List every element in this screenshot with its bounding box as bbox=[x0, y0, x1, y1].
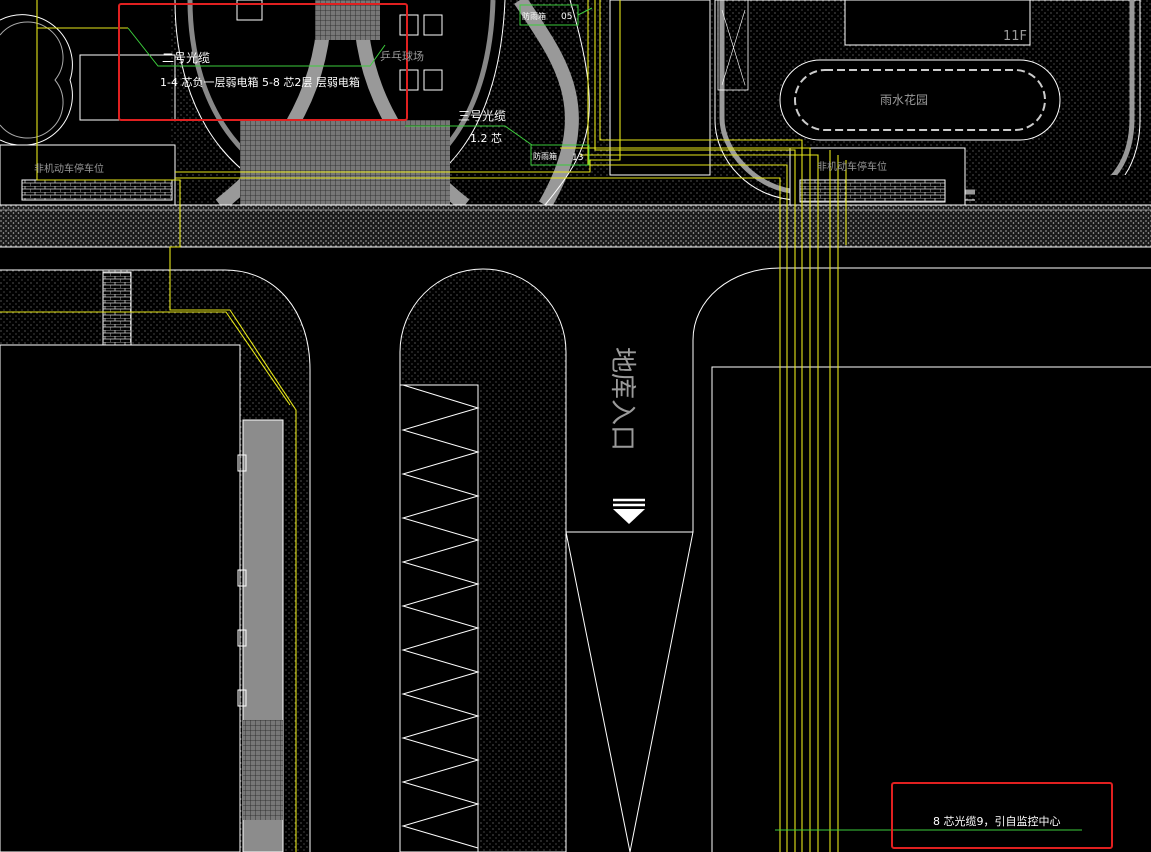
lower-left-block bbox=[0, 269, 311, 852]
garden-label: 雨水花园 bbox=[880, 92, 928, 107]
garage-entrance-label: 地库入口 bbox=[607, 347, 637, 451]
box-05-name: 防雨箱 bbox=[522, 11, 546, 21]
cable-2-title: 二号光缆 bbox=[162, 51, 210, 65]
garage-entrance bbox=[565, 267, 1151, 852]
basketball-court-label: 乒乓球场 bbox=[380, 49, 424, 63]
ramp-island bbox=[399, 268, 567, 852]
gravel-strip bbox=[0, 204, 1151, 248]
floor-label: 11F bbox=[1003, 29, 1027, 44]
cable-2-detail: 1-4 芯负一层弱电箱 5-8 芯2层 层弱电箱 bbox=[160, 75, 360, 89]
monitor-cable-note: 8 芯光缆9，引自监控中心 bbox=[933, 814, 1061, 828]
box-05-number: 05 bbox=[561, 12, 572, 22]
cad-drawing-canvas: 二号光缆 1-4 芯负一层弱电箱 5-8 芯2层 层弱电箱 三号光缆 1.2 芯… bbox=[0, 0, 1151, 852]
bike-parking-left-label: 非机动车停车位 bbox=[34, 162, 104, 175]
box-13-name: 防雨箱 bbox=[533, 151, 557, 161]
cable-3-detail: 1.2 芯 bbox=[470, 131, 502, 145]
upper-plaza bbox=[0, 0, 1151, 211]
cable-3-title: 三号光缆 bbox=[458, 109, 506, 123]
bike-parking-right-label: 非机动车停车位 bbox=[817, 160, 887, 173]
box-13-number: 13 bbox=[572, 153, 583, 163]
